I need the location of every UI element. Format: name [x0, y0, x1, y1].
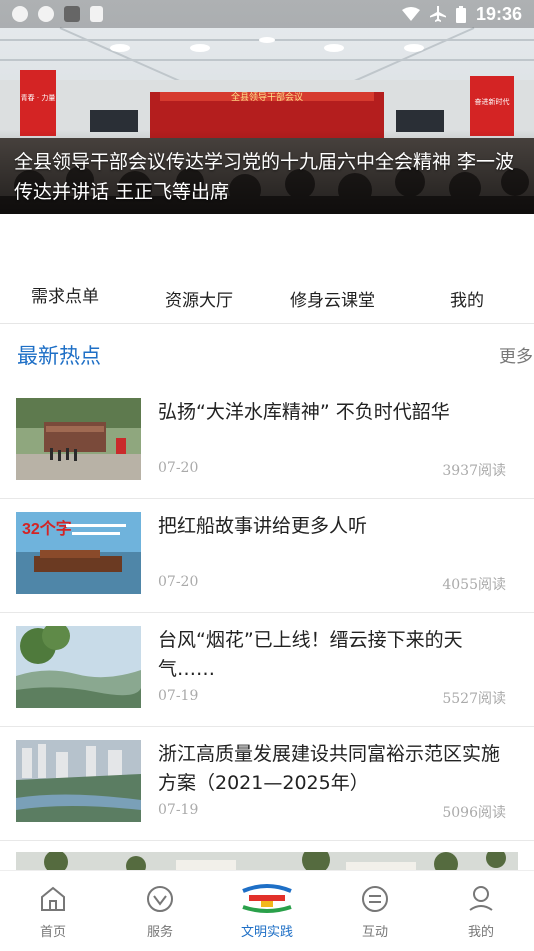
nav-label: 首页: [39, 925, 66, 940]
wifi-icon: [401, 7, 420, 21]
airplane-mode-icon: [429, 6, 446, 22]
bottom-navigation: 首页 服务 文明实践 互动 我的: [0, 870, 534, 951]
status-bar: 19:36: [0, 0, 534, 28]
tab-resource-hall[interactable]: 资源大厅: [165, 286, 233, 311]
app-notification-icon: [12, 6, 28, 22]
news-title: 台风“烟花”已上线！缙云接下来的天气……: [158, 629, 463, 680]
more-link[interactable]: 更多: [499, 342, 533, 367]
nav-label: 文明实践: [240, 925, 293, 940]
news-thumbnail: [16, 626, 141, 708]
thumb-text: 32个字: [22, 519, 72, 538]
hero-caption[interactable]: 全县领导干部会议传达学习党的十九届六中全会精神 李一波传达并讲话 王正飞等出席: [14, 147, 529, 207]
news-item[interactable]: 台风“烟花”已上线！缙云接下来的天气…… 07-19 5527阅读: [0, 612, 534, 727]
gallery-notification-icon: [64, 6, 80, 22]
news-title: 把红船故事讲给更多人听: [158, 515, 368, 537]
news-read-count: 5096阅读: [442, 805, 506, 821]
tab-mine[interactable]: 我的: [450, 286, 484, 311]
news-date: 07-20: [158, 574, 199, 590]
civilization-logo-icon: [242, 884, 292, 913]
category-tabs: 需求点单 资源大厅 修身云课堂 我的: [0, 278, 534, 324]
news-item[interactable]: 浙江高质量发展建设共同富裕示范区实施方案（2021—2025年） 07-19 5…: [0, 726, 534, 841]
news-read-count: 3937阅读: [442, 463, 506, 479]
section-title: 最新热点: [17, 344, 101, 368]
news-thumbnail: 32个字: [16, 512, 141, 594]
chat-icon: [362, 886, 388, 912]
tab-cloud-classroom[interactable]: 修身云课堂: [290, 286, 375, 311]
news-date: 07-20: [158, 460, 199, 476]
news-date: 07-19: [158, 688, 199, 704]
right-banner-text: 奋进新时代: [475, 97, 510, 106]
hero-banner[interactable]: 全县领导干部会议 青春 · 力量 奋进新时代 全县领导干部会议传达学习党的十九届…: [0, 0, 534, 214]
news-thumbnail: [16, 740, 141, 822]
news-title: 弘扬“大洋水库精神” 不负时代韶华: [158, 401, 450, 423]
news-item[interactable]: 弘扬“大洋水库精神” 不负时代韶华 07-20 3937阅读: [0, 384, 534, 499]
nav-civilization-practice[interactable]: 文明实践: [227, 881, 307, 940]
nav-label: 服务: [146, 925, 173, 940]
news-date: 07-19: [158, 802, 199, 818]
nav-label: 我的: [467, 925, 494, 940]
nav-service[interactable]: 服务: [120, 881, 200, 940]
news-read-count: 4055阅读: [442, 577, 506, 593]
nav-home[interactable]: 首页: [13, 881, 93, 940]
diamond-icon: [147, 886, 173, 912]
user-icon: [469, 886, 493, 911]
nav-mine[interactable]: 我的: [441, 881, 521, 940]
news-item[interactable]: 32个字 把红船故事讲给更多人听 07-20 4055阅读: [0, 498, 534, 613]
battery-icon: [455, 5, 466, 23]
home-icon: [41, 886, 65, 911]
nav-label: 互动: [361, 925, 388, 940]
news-read-count: 5527阅读: [442, 691, 506, 707]
status-time: 19:36: [475, 3, 522, 24]
tab-demand-order[interactable]: 需求点单: [31, 282, 99, 307]
news-title: 浙江高质量发展建设共同富裕示范区实施方案（2021—2025年）: [158, 743, 501, 794]
left-banner-text: 青春 · 力量: [21, 93, 56, 102]
news-thumbnail: [16, 398, 141, 480]
hero-banner-text: 全县领导干部会议: [231, 91, 303, 103]
nav-interaction[interactable]: 互动: [335, 881, 415, 940]
app-notification-icon: [38, 6, 54, 22]
document-notification-icon: [90, 6, 103, 22]
